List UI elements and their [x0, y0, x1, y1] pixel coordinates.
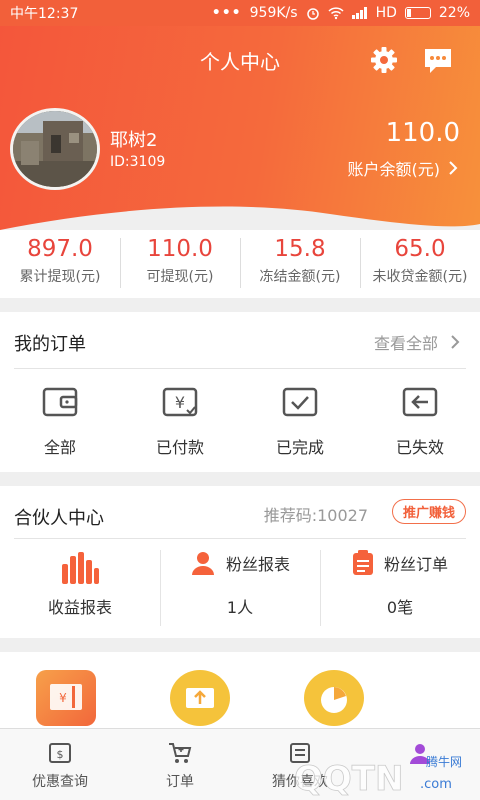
partner-section: 合伙人中心 推荐码:10027 推广赚钱 收益报表 粉丝报表 1人 粉丝订单 0… [0, 486, 480, 638]
view-all-label: 查看全部 [373, 334, 438, 353]
wallet-icon [42, 387, 78, 417]
expired-icon [402, 387, 438, 417]
order-label: 已付款 [155, 438, 204, 457]
alarm-icon [306, 8, 319, 20]
profile-header: 个人中心 耶树2 ID:3109 110.0 账户余额(元) [0, 0, 480, 240]
stat-value: 15.8 [274, 236, 326, 262]
stat-label: 可提现(元) [146, 269, 214, 285]
nav-coupon-query[interactable]: $ 优惠查询 [0, 729, 120, 800]
orders-title: 我的订单 [14, 334, 86, 355]
order-filter-completed[interactable]: 已完成 [240, 384, 360, 458]
view-all-orders-link[interactable]: 查看全部 [374, 330, 460, 354]
stat-withdrawable[interactable]: 110.0 可提现(元) [120, 230, 240, 298]
watermark-logo: QQTN 腾牛网 .com [294, 754, 462, 799]
fans-count: 1人 [226, 598, 254, 617]
page-title: 个人中心 [200, 50, 280, 74]
completed-icon [282, 387, 318, 417]
fans-orders[interactable]: 粉丝订单 0笔 [320, 550, 480, 626]
paid-icon: ¥ [162, 387, 198, 417]
signal-icon [351, 7, 367, 19]
order-label: 已完成 [275, 438, 324, 457]
avatar[interactable] [10, 108, 100, 190]
person-icon [191, 552, 214, 575]
avatar-photo [13, 111, 97, 187]
fans-orders-count: 0笔 [386, 598, 414, 617]
share-up-icon [186, 688, 214, 708]
more-dots-icon: ••• [211, 5, 242, 21]
stat-value: 897.0 [27, 236, 93, 262]
balance-label: 账户余额(元) [347, 160, 441, 179]
partner-title: 合伙人中心 [14, 508, 104, 529]
status-bar: 中午12:37 ••• 959K/s HD 22% [0, 0, 480, 26]
message-icon[interactable] [422, 44, 454, 76]
order-label: 已失效 [395, 438, 444, 457]
tools-section: ¥ [0, 652, 480, 732]
watermark-domain: .com [420, 777, 452, 792]
fans-orders-label: 粉丝订单 [383, 555, 448, 574]
stat-label: 未收贷金额(元) [372, 269, 468, 285]
order-filter-expired[interactable]: 已失效 [360, 384, 480, 458]
nav-orders[interactable]: 订单 [120, 729, 240, 800]
balance-value: 110.0 [385, 118, 460, 148]
promote-earn-button[interactable]: 推广赚钱 [391, 499, 466, 524]
battery-icon [404, 7, 431, 19]
stat-total-withdrawn[interactable]: 897.0 累计提现(元) [0, 230, 120, 298]
divider [14, 368, 466, 369]
stat-label: 累计提现(元) [19, 269, 101, 285]
cart-icon [169, 743, 192, 763]
earnings-report[interactable]: 收益报表 [0, 550, 160, 626]
stat-value: 110.0 [147, 236, 213, 262]
battery-percent: 22% [438, 5, 470, 21]
fans-report[interactable]: 粉丝报表 1人 [160, 550, 320, 626]
order-filter-all[interactable]: 全部 [0, 384, 120, 458]
stat-frozen[interactable]: 15.8 冻结金额(元) [240, 230, 360, 298]
gear-icon[interactable] [368, 44, 400, 76]
nav-label: 订单 [166, 774, 194, 790]
svg-text:QQTN: QQTN [294, 759, 403, 799]
nav-label: 优惠查询 [32, 774, 88, 790]
clipboard-icon [352, 550, 373, 575]
referral-code: 推荐码:10027 [263, 506, 368, 525]
chevron-right-icon [451, 335, 460, 349]
pie-chart-icon [321, 687, 347, 713]
fans-report-label: 粉丝报表 [225, 555, 290, 574]
user-id: ID:3109 [110, 154, 166, 170]
stats-row: 897.0 累计提现(元) 110.0 可提现(元) 15.8 冻结金额(元) … [0, 230, 480, 298]
status-time: 中午12:37 [10, 6, 79, 22]
svg-text:¥: ¥ [175, 393, 185, 412]
signal-type: HD [375, 5, 397, 21]
coupon-tool[interactable]: ¥ [36, 670, 96, 726]
svg-text:¥: ¥ [59, 691, 67, 705]
chevron-right-icon [449, 161, 458, 175]
stat-unreceived[interactable]: 65.0 未收贷金额(元) [360, 230, 480, 298]
bar-chart-icon [62, 552, 99, 584]
svg-text:$: $ [57, 748, 64, 761]
stat-value: 65.0 [394, 236, 446, 262]
coupon-icon: $ [49, 743, 71, 763]
balance-link[interactable]: 账户余额(元) [348, 156, 459, 180]
share-tool[interactable] [170, 670, 230, 726]
network-speed: 959K/s [249, 5, 298, 21]
wifi-icon [328, 7, 344, 20]
stats-tool[interactable] [304, 670, 364, 726]
order-filter-paid[interactable]: ¥ 已付款 [120, 384, 240, 458]
earnings-report-label: 收益报表 [47, 598, 112, 617]
watermark-small-text: 腾牛网 [426, 754, 462, 769]
order-label: 全部 [43, 438, 76, 457]
orders-section: 我的订单 查看全部 全部 ¥ 已付款 已完成 已失效 [0, 312, 480, 472]
stat-label: 冻结金额(元) [259, 269, 341, 285]
user-name: 耶树2 [110, 130, 158, 151]
voucher-icon: ¥ [50, 684, 82, 710]
divider [14, 538, 466, 539]
